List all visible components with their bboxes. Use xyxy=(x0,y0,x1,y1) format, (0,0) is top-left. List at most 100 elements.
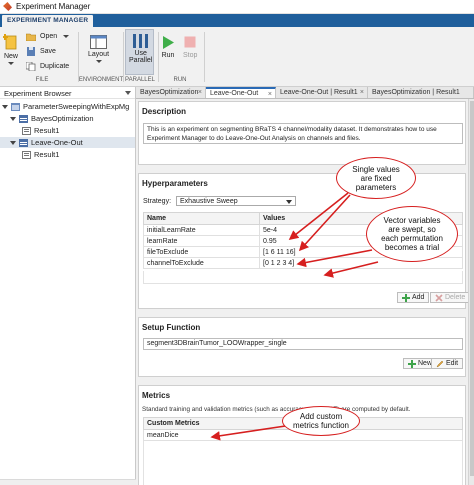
new-label: New xyxy=(418,360,433,367)
metrics-heading: Metrics xyxy=(142,391,171,400)
scrollbar-thumb[interactable] xyxy=(470,101,474,476)
vertical-scrollbar[interactable] xyxy=(468,99,474,485)
chevron-down-icon[interactable] xyxy=(125,91,131,95)
file-section-label: FILE xyxy=(35,77,49,83)
callout-line: each permutation xyxy=(381,234,443,243)
tree-item-experiment[interactable]: BayesOptimization xyxy=(10,113,94,124)
separator xyxy=(204,32,205,82)
callout-custom-metrics: Add custom metrics function xyxy=(282,406,360,436)
edit-label: Edit xyxy=(446,360,459,367)
tree-item-experiment[interactable]: Leave-One-Out xyxy=(0,137,135,148)
experiment-browser-header: Experiment Browser xyxy=(0,87,135,99)
chevron-down-icon[interactable] xyxy=(10,116,16,121)
horizontal-scrollbar[interactable] xyxy=(0,479,136,485)
hyperparameter-name[interactable]: channelToExclude xyxy=(143,257,260,269)
tab-label: BayesOptimization | Result1 xyxy=(372,89,460,96)
chevron-down-icon[interactable] xyxy=(10,140,16,145)
close-icon[interactable]: × xyxy=(268,91,272,98)
setup-function-heading: Setup Function xyxy=(142,323,201,332)
description-textbox[interactable]: This is an experiment on segmenting BRaT… xyxy=(143,123,463,144)
stop-button[interactable]: Stop xyxy=(183,35,197,59)
run-button[interactable]: Run xyxy=(161,35,175,59)
experiment-icon xyxy=(19,114,28,123)
new-icon xyxy=(3,34,17,50)
tree-item-label: Result1 xyxy=(34,150,60,159)
separator xyxy=(123,32,124,82)
chevron-down-icon xyxy=(8,62,14,65)
hyperparameter-name[interactable]: learnRate xyxy=(143,235,260,247)
description-card: Description This is an experiment on seg… xyxy=(138,101,466,165)
tab-leave-one-out[interactable]: Leave-One-Out × xyxy=(206,87,276,98)
ribbon-tab-bar: EXPERIMENT MANAGER xyxy=(0,14,474,27)
open-button[interactable]: Open xyxy=(26,32,70,41)
experiment-icon xyxy=(19,138,28,147)
layout-icon xyxy=(90,35,108,49)
metrics-card: Metrics Standard training and validation… xyxy=(138,385,466,485)
callout-line: becomes a trial xyxy=(384,243,440,252)
layout-label: Layout xyxy=(88,51,110,58)
tab-label: Leave-One-Out | Result1 xyxy=(280,89,358,96)
metrics-empty-area xyxy=(143,441,463,485)
window-title: Experiment Manager xyxy=(16,2,91,11)
callout-single-values: Single values are fixed parameters xyxy=(336,157,416,199)
tab-bayes-optimization-result1[interactable]: BayesOptimization | Result1 xyxy=(368,87,474,98)
open-label: Open xyxy=(40,33,58,40)
tab-label: BayesOptimization xyxy=(140,89,199,96)
run-label: Run xyxy=(161,52,175,59)
tree-item-result[interactable]: Result1 xyxy=(22,125,59,136)
edit-setup-function-button[interactable]: Edit xyxy=(431,358,464,369)
duplicate-label: Duplicate xyxy=(40,63,70,70)
use-label: Use xyxy=(134,50,147,57)
pencil-icon xyxy=(436,360,444,367)
stop-label: Stop xyxy=(183,52,198,59)
parallel-icon xyxy=(133,34,149,48)
callout-line: are swept, so xyxy=(388,225,436,234)
tab-bayes-optimization[interactable]: BayesOptimization × xyxy=(136,87,206,98)
add-hyperparameter-button[interactable]: Add xyxy=(397,292,430,303)
strategy-row: Strategy: Exhaustive Sweep xyxy=(143,196,297,206)
chevron-down-icon[interactable] xyxy=(2,104,8,109)
close-icon[interactable]: × xyxy=(198,89,202,96)
tab-label: Leave-One-Out xyxy=(210,90,259,97)
parallel-section-label: PARALLEL xyxy=(125,77,155,83)
toolstrip: New Open Save Duplicate FILE Layout ENVI… xyxy=(0,27,474,87)
callout-line: parameters xyxy=(355,182,397,192)
save-button[interactable]: Save xyxy=(26,47,56,56)
strategy-select[interactable]: Exhaustive Sweep xyxy=(176,196,297,206)
callout-vector-variables: Vector variables are swept, so each perm… xyxy=(366,206,458,262)
new-label: New xyxy=(3,53,18,60)
run-icon xyxy=(163,36,174,49)
tree-item-result[interactable]: Result1 xyxy=(22,149,59,160)
strategy-label: Strategy: xyxy=(143,197,172,205)
duplicate-button[interactable]: Duplicate xyxy=(26,62,69,71)
column-header-name[interactable]: Name xyxy=(143,212,260,225)
new-button[interactable]: New xyxy=(3,33,19,65)
delete-icon xyxy=(435,293,443,302)
experiment-browser: Experiment Browser ParameterSweepingWith… xyxy=(0,87,136,485)
setup-function-card: Setup Function segment3DBrainTumor_LOOWr… xyxy=(138,317,466,377)
layout-button[interactable]: Layout xyxy=(88,35,109,63)
tree-item-project[interactable]: ParameterSweepingWithExpMg xyxy=(2,101,129,112)
close-icon[interactable]: × xyxy=(360,89,364,96)
tab-leave-one-out-result1[interactable]: Leave-One-Out | Result1 × xyxy=(276,87,368,98)
folder-icon xyxy=(26,33,36,41)
metrics-note: Standard training and validation metrics… xyxy=(142,406,411,413)
tree-item-label: Leave-One-Out xyxy=(31,138,83,147)
callout-line: metrics function xyxy=(292,421,350,430)
plus-icon xyxy=(402,293,410,302)
callout-line: Vector variables xyxy=(383,216,441,225)
chevron-down-icon xyxy=(95,60,102,63)
setup-function-field[interactable]: segment3DBrainTumor_LOOWrapper_single xyxy=(143,338,463,350)
save-icon xyxy=(27,47,35,56)
tree-item-label: BayesOptimization xyxy=(31,114,94,123)
run-section-label: RUN xyxy=(173,77,187,83)
chevron-down-icon xyxy=(63,35,70,38)
plus-icon xyxy=(408,359,416,368)
result-icon xyxy=(22,150,31,159)
matlab-logo-icon xyxy=(3,2,12,11)
tab-experiment-manager[interactable]: EXPERIMENT MANAGER xyxy=(2,15,94,27)
tree-item-label: ParameterSweepingWithExpMg xyxy=(23,102,130,111)
hyperparameter-name[interactable]: fileToExclude xyxy=(143,246,260,258)
delete-hyperparameter-button[interactable]: Delete xyxy=(430,292,471,303)
hyperparameter-name[interactable]: initialLearnRate xyxy=(143,224,260,236)
